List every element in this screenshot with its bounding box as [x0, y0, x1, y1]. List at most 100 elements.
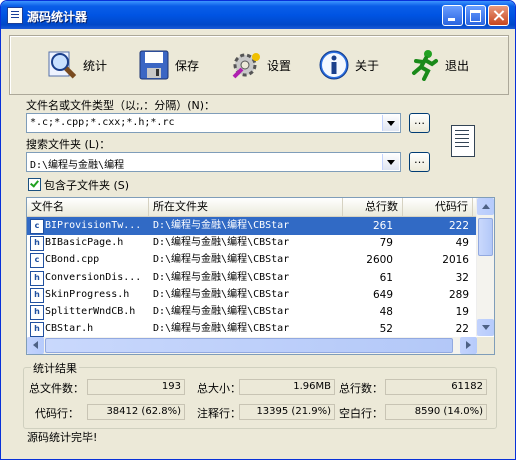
- cell-total-lines: 79: [379, 237, 393, 250]
- close-button[interactable]: [488, 5, 509, 26]
- code-lines-value: 38412 (62.8%): [87, 404, 185, 420]
- cell-code-lines: 19: [455, 306, 469, 318]
- dropdown-arrow-icon[interactable]: [382, 115, 399, 131]
- file-list[interactable]: 文件名 所在文件夹 总行数 代码行 c BIProvisionTw... D:\编程…: [26, 197, 495, 355]
- window-title: 源码统计器: [27, 10, 88, 24]
- cell-total-lines: 2600: [366, 254, 393, 267]
- file-types-combo[interactable]: *.c;*.cpp;*.cxx;*.h;*.rc: [26, 113, 401, 133]
- cell-folder: D:\编程与金融\编程\CBStar: [153, 288, 290, 300]
- maximize-button[interactable]: [465, 5, 486, 26]
- blank-lines-value: 8590 (14.0%): [385, 404, 487, 420]
- horizontal-scrollbar[interactable]: [27, 337, 477, 354]
- settings-button[interactable]: 设置: [230, 48, 291, 82]
- table-row[interactable]: h ConversionDis... D:\编程与金融\编程\CBStar 61 32: [27, 269, 477, 287]
- scroll-corner: [477, 337, 494, 354]
- cell-filename: BIProvisionTw...: [45, 220, 142, 231]
- cell-folder: D:\编程与金融\编程\CBStar: [153, 220, 290, 231]
- main-window: 源码统计器 统计 保存 设置 关于 退出 文件名或文件类型（以;,：分隔）(N)…: [0, 0, 516, 460]
- search-folder-browse-button[interactable]: …: [409, 152, 430, 172]
- cell-total-lines: 649: [372, 288, 393, 301]
- comment-lines-value: 13395 (21.9%): [239, 404, 335, 420]
- document-icon: [448, 122, 475, 157]
- list-header: 文件名 所在文件夹 总行数 代码行: [27, 198, 477, 217]
- cell-total-lines: 61: [379, 271, 393, 284]
- cpp-file-icon: c: [30, 253, 44, 269]
- cell-code-lines: 22: [455, 323, 469, 336]
- cpp-file-icon: c: [30, 219, 44, 234]
- total-lines-label: 总行数：: [339, 382, 383, 395]
- column-header-folder[interactable]: 所在文件夹: [149, 198, 343, 216]
- table-row[interactable]: h CBStar.h D:\编程与金融\编程\CBStar 52 22: [27, 320, 477, 338]
- file-types-browse-button[interactable]: …: [409, 113, 430, 133]
- total-files-label: 总文件数：: [29, 382, 84, 395]
- cell-folder: D:\编程与金融\编程\CBStar: [153, 254, 290, 266]
- cell-folder: D:\编程与金融\编程\CBStar: [153, 237, 290, 249]
- total-size-value: 1.96MB: [239, 379, 335, 395]
- cell-folder: D:\编程与金融\编程\CBStar: [153, 271, 290, 283]
- cell-total-lines: 261: [372, 220, 393, 232]
- exit-button[interactable]: 退出: [408, 48, 469, 82]
- table-row[interactable]: h SplitterWndCB.h D:\编程与金融\编程\CBStar 48 19: [27, 303, 477, 321]
- blank-lines-label: 空白行：: [339, 407, 383, 420]
- table-row[interactable]: c BIProvisionTw... D:\编程与金融\编程\CBStar 261 22…: [27, 217, 477, 235]
- header-file-icon: h: [30, 270, 44, 286]
- cell-code-lines: 289: [448, 288, 469, 301]
- cell-folder: D:\编程与金融\编程\CBStar: [153, 306, 290, 317]
- app-document-icon: [7, 7, 23, 24]
- cell-filename: SplitterWndCB.h: [45, 306, 136, 317]
- scroll-right-arrow-icon[interactable]: [460, 337, 477, 354]
- search-folder-combo[interactable]: D:\编程与金融\编程: [26, 152, 401, 172]
- column-header-filename[interactable]: 文件名: [27, 198, 149, 216]
- vertical-scrollbar[interactable]: [476, 198, 494, 336]
- scroll-left-arrow-icon[interactable]: [27, 337, 44, 354]
- scroll-down-arrow-icon[interactable]: [477, 319, 494, 336]
- header-file-icon: h: [30, 287, 44, 303]
- header-file-icon: h: [30, 322, 44, 338]
- running-man-icon: [408, 49, 440, 81]
- count-button[interactable]: 统计: [46, 48, 107, 82]
- about-button[interactable]: 关于: [318, 48, 379, 82]
- info-icon: [318, 49, 350, 81]
- title-bar[interactable]: 源码统计器: [1, 1, 515, 29]
- code-lines-label: 代码行：: [35, 407, 79, 420]
- cell-folder: D:\编程与金融\编程\CBStar: [153, 323, 290, 335]
- vertical-scroll-thumb[interactable]: [478, 218, 493, 256]
- cell-filename: CBStar.h: [45, 323, 94, 335]
- save-button[interactable]: 保存: [138, 48, 199, 82]
- include-subfolders-label[interactable]: 包含子文件夹 (S): [44, 177, 129, 193]
- table-row[interactable]: h SkinProgress.h D:\编程与金融\编程\CBStar 649 289: [27, 286, 477, 304]
- cell-filename: BIBasicPage.h: [45, 237, 124, 249]
- cell-code-lines: 32: [455, 271, 469, 284]
- floppy-disk-icon: [138, 49, 170, 81]
- cell-total-lines: 52: [379, 323, 393, 336]
- minimize-button[interactable]: [442, 5, 463, 26]
- total-files-value: 193: [87, 379, 185, 395]
- cell-code-lines: 49: [455, 237, 469, 250]
- file-types-label: 文件名或文件类型（以;,：分隔）(N)：: [26, 99, 216, 112]
- cell-code-lines: 222: [448, 220, 469, 232]
- toolbar: 统计 保存 设置 关于 退出: [9, 35, 509, 95]
- table-row[interactable]: h BIBasicPage.h D:\编程与金融\编程\CBStar 79 49: [27, 234, 477, 252]
- cell-code-lines: 2016: [442, 254, 469, 267]
- settings-gear-icon: [230, 49, 262, 81]
- include-subfolders-checkbox[interactable]: [28, 178, 41, 191]
- horizontal-scroll-thumb[interactable]: [45, 338, 453, 353]
- cell-total-lines: 48: [379, 306, 393, 318]
- column-header-total-lines[interactable]: 总行数: [343, 198, 403, 216]
- cell-filename: CBond.cpp: [45, 254, 100, 266]
- status-text: 源码统计完毕!: [27, 431, 98, 444]
- table-row[interactable]: c CBond.cpp D:\编程与金融\编程\CBStar 2600 2016: [27, 251, 477, 269]
- column-header-code-lines[interactable]: 代码行: [403, 198, 473, 216]
- comment-lines-label: 注释行：: [197, 407, 241, 420]
- total-lines-value: 61182: [385, 379, 487, 395]
- dropdown-arrow-icon[interactable]: [382, 154, 399, 170]
- magnifier-icon: [46, 49, 78, 81]
- cell-filename: ConversionDis...: [45, 271, 142, 283]
- header-file-icon: h: [30, 236, 44, 252]
- stats-group-title: 统计结果: [31, 360, 79, 376]
- cell-filename: SkinProgress.h: [45, 288, 130, 300]
- scroll-up-arrow-icon[interactable]: [477, 198, 494, 215]
- search-folder-label: 搜索文件夹 (L)：: [26, 138, 111, 151]
- header-file-icon: h: [30, 305, 44, 320]
- total-size-label: 总大小：: [197, 382, 241, 395]
